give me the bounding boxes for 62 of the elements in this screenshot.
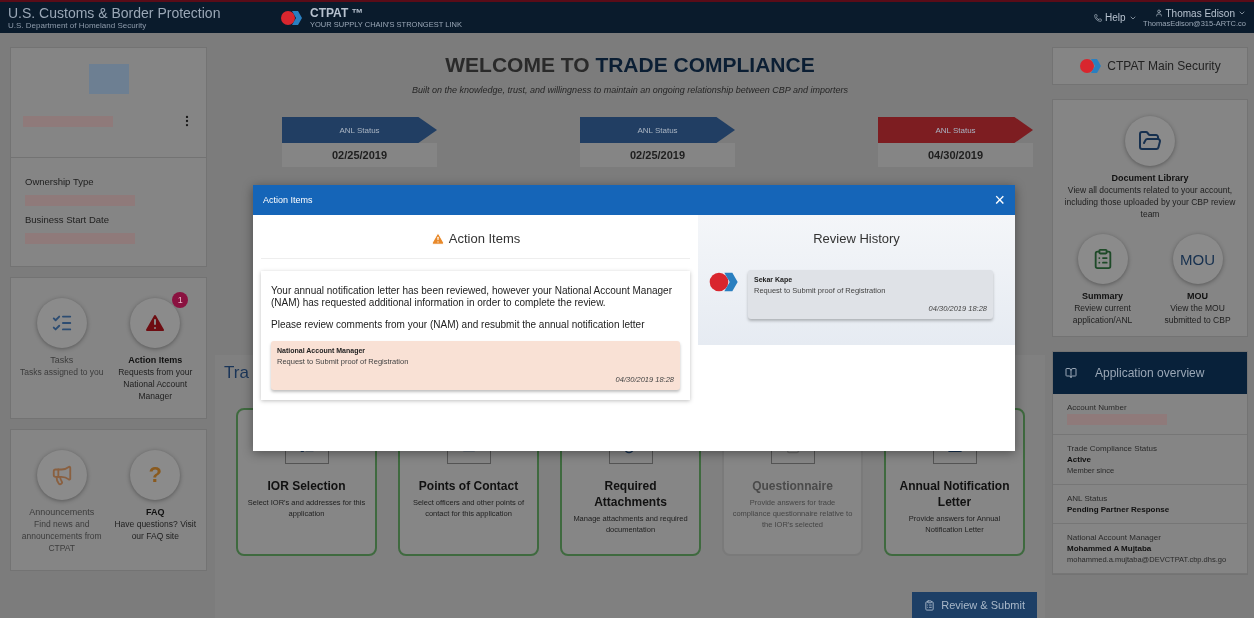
count-badge: 1	[172, 292, 189, 308]
shortcut-title: Announcements	[29, 506, 95, 518]
ctpat-logo	[280, 8, 302, 27]
page-title: WELCOME TO TRADE COMPLIANCE	[445, 53, 815, 77]
overview-label: Trade Compliance Status	[1067, 444, 1158, 453]
overview-value: Mohammed A Mujtaba	[1067, 544, 1153, 553]
overview-title: Application overview	[1095, 366, 1205, 380]
message-text: Please review comments from your (NAM) and resubmit the annual notification letter	[271, 319, 646, 331]
shortcut-description: View the MOU submitted to CBP	[1163, 302, 1232, 326]
overview-label: National Account Manager	[1067, 533, 1162, 542]
shortcut-description: Review current application/ANL	[1071, 302, 1134, 326]
ctpat-logo	[708, 270, 738, 294]
overview-label: ANL Status	[1067, 494, 1109, 503]
page-subtitle: Built on the knowledge, trust, and willingness to maintain an ongoing relationship between CBP and importers	[412, 85, 848, 95]
overview-label: Account Number	[1067, 403, 1128, 412]
shortcut-button[interactable]	[36, 298, 87, 348]
user-menu[interactable]: Thomas Edison	[1154, 7, 1246, 19]
review-submit-button[interactable]: Review & Submit	[912, 592, 1037, 618]
help-menu[interactable]: Help	[1093, 12, 1137, 23]
shortcut-description: Have questions? Visit our FAQ site	[113, 518, 198, 542]
book-icon	[1065, 367, 1077, 379]
message-text: Your annual notification letter has been reviewed, however your National Account Manager (NAM) has requested additional information in order to complete the review.	[271, 285, 673, 309]
shortcut-title: Document Library	[1111, 172, 1189, 184]
company-logo-placeholder	[88, 64, 129, 94]
shortcut-description: Find news and announcements from CTPAT	[20, 518, 103, 554]
agency-name: U.S. Customs & Border Protection	[8, 5, 222, 21]
overview-value: Active	[1067, 455, 1092, 464]
summary-button[interactable]	[1077, 234, 1128, 284]
document-library-button[interactable]	[1125, 116, 1175, 166]
megaphone-icon	[50, 464, 73, 486]
shortcut-title: MOU	[1187, 290, 1208, 302]
clipboard-icon	[924, 599, 936, 611]
status-date: 02/25/2019	[580, 143, 735, 167]
department-name: U.S. Department of Homeland Security	[8, 20, 148, 30]
field-label: Business Start Date	[25, 214, 110, 225]
shortcut-button[interactable]	[130, 298, 181, 348]
shortcut-title: Summary	[1082, 290, 1123, 302]
mou-button[interactable]: MOU	[1172, 234, 1223, 284]
warning-icon	[430, 231, 445, 246]
phone-icon	[1093, 13, 1102, 22]
shortcut-description: View all documents related to your account, including those uploaded by your CBP review team	[1063, 184, 1237, 220]
program-name: CTPAT ™	[310, 6, 365, 20]
question-mark-icon: ?	[148, 462, 162, 488]
dialog-title: Action Items	[263, 195, 313, 205]
field-label: Ownership Type	[25, 176, 95, 187]
status-date: 04/30/2019	[878, 143, 1033, 167]
status-date: 02/25/2019	[282, 143, 437, 167]
caret-icon	[1238, 9, 1246, 17]
close-button[interactable]: ×	[994, 191, 1005, 209]
folder-icon	[1138, 129, 1162, 153]
section-title: Tra	[224, 363, 249, 383]
panel-heading: Review History	[812, 231, 901, 246]
shortcut-title: Tasks	[50, 354, 74, 366]
shortcut-description: Tasks assigned to you	[18, 366, 105, 378]
overview-value: Pending Partner Response	[1067, 505, 1171, 514]
shortcut-title: FAQ	[146, 506, 165, 518]
main-security-card[interactable]: CTPAT Main Security	[1052, 47, 1248, 85]
panel-heading: Action Items	[448, 231, 521, 246]
shortcut-title: Action Items	[128, 354, 183, 366]
user-icon	[1154, 9, 1163, 17]
shortcut-description: Requests from your National Account Manager	[117, 366, 194, 402]
ctpat-logo	[1079, 57, 1102, 75]
